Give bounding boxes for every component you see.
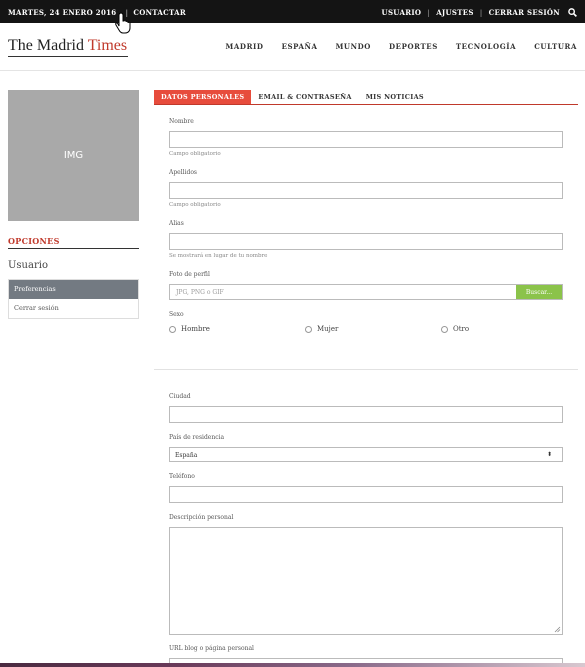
apellidos-input[interactable]: [169, 182, 563, 199]
logo-text-accent: Times: [87, 37, 128, 54]
url-label: URL blog o página personal: [169, 645, 254, 652]
nav-item-madrid[interactable]: MADRID: [226, 42, 264, 51]
profile-tabs: DATOS PERSONALES EMAIL & CONTRASEÑA MIS …: [154, 90, 578, 105]
sexo-label: Sexo: [169, 311, 184, 318]
nombre-label: Nombre: [169, 118, 194, 125]
top-bar: MARTES, 24 ENERO 2016 | CONTACTAR USUARIO …: [0, 0, 585, 23]
hand-cursor-icon: [115, 12, 131, 34]
tab-email-contrasena[interactable]: EMAIL & CONTRASEÑA: [251, 90, 358, 104]
ciudad-label: Ciudad: [169, 393, 191, 400]
logout-link[interactable]: CERRAR SESIÓN: [489, 8, 560, 17]
descripcion-textarea[interactable]: [169, 527, 563, 635]
resize-grip-icon[interactable]: [554, 626, 561, 633]
sidebar-menu: Preferencias Cerrar sesión: [8, 279, 139, 319]
tab-mis-noticias[interactable]: MIS NOTICIAS: [359, 90, 431, 104]
profile-image-placeholder: IMG: [8, 90, 139, 221]
options-heading: OPCIONES: [8, 236, 60, 246]
radio-circle[interactable]: [169, 325, 176, 333]
pais-selected-value: España: [175, 452, 198, 459]
separator: |: [427, 8, 431, 17]
ciudad-input[interactable]: [169, 406, 563, 423]
foto-label: Foto de perfil: [169, 271, 210, 278]
sidebar-item-cerrar-sesion[interactable]: Cerrar sesión: [9, 299, 138, 318]
nav-item-deportes[interactable]: DEPORTES: [389, 42, 438, 51]
radio-otro[interactable]: Otro: [441, 325, 469, 333]
descripcion-label: Descripción personal: [169, 514, 234, 521]
foto-placeholder: JPG, PNG o GIF: [176, 289, 224, 296]
alias-help: Se mostrará en lugar de tu nombre: [169, 253, 268, 259]
header-divider: [0, 70, 585, 71]
alias-label: Alias: [169, 220, 184, 227]
taskbar-strip: [0, 663, 585, 667]
radio-circle[interactable]: [441, 325, 448, 333]
section-divider: [154, 369, 578, 370]
radio-label: Otro: [453, 325, 470, 333]
apellidos-help: Campo obligatorio: [169, 202, 221, 208]
pais-select[interactable]: España ⬍: [169, 447, 563, 462]
radio-label: Hombre: [181, 325, 210, 333]
search-icon[interactable]: [568, 8, 577, 17]
select-arrows-icon: ⬍: [546, 451, 552, 458]
options-divider: [8, 248, 139, 249]
foto-file-input[interactable]: JPG, PNG o GIF Buscar...: [169, 284, 563, 300]
separator: |: [479, 8, 483, 17]
nombre-input[interactable]: [169, 131, 563, 148]
radio-circle[interactable]: [305, 325, 312, 333]
contact-link[interactable]: CONTACTAR: [133, 8, 186, 17]
radio-mujer[interactable]: Mujer: [305, 325, 338, 333]
nav-item-espana[interactable]: ESPAÑA: [282, 42, 318, 51]
settings-link[interactable]: AJUSTES: [436, 8, 474, 17]
nombre-help: Campo obligatorio: [169, 151, 221, 157]
user-link[interactable]: USUARIO: [382, 8, 422, 17]
telefono-label: Teléfono: [169, 473, 195, 480]
main-nav: MADRID ESPAÑA MUNDO DEPORTES TECNOLOGÍA …: [208, 42, 577, 51]
tab-datos-personales[interactable]: DATOS PERSONALES: [154, 90, 252, 104]
image-placeholder-label: IMG: [63, 150, 84, 161]
nav-item-tecnologia[interactable]: TECNOLOGÍA: [456, 42, 516, 51]
sidebar-section-title: Usuario: [8, 260, 48, 271]
logo-underline: [8, 56, 128, 57]
radio-label: Mujer: [317, 325, 339, 333]
logo-text: The Madrid: [8, 37, 88, 54]
radio-hombre[interactable]: Hombre: [169, 325, 210, 333]
nav-item-cultura[interactable]: CULTURA: [534, 42, 577, 51]
site-logo[interactable]: The Madrid Times: [8, 37, 127, 55]
apellidos-label: Apellidos: [169, 169, 198, 176]
pais-label: País de residencia: [169, 434, 225, 441]
browse-button[interactable]: Buscar...: [516, 285, 562, 299]
current-date: MARTES, 24 ENERO 2016: [8, 8, 117, 17]
alias-input[interactable]: [169, 233, 563, 250]
nav-item-mundo[interactable]: MUNDO: [336, 42, 371, 51]
sidebar-item-preferencias[interactable]: Preferencias: [9, 280, 138, 299]
telefono-input[interactable]: [169, 486, 563, 503]
